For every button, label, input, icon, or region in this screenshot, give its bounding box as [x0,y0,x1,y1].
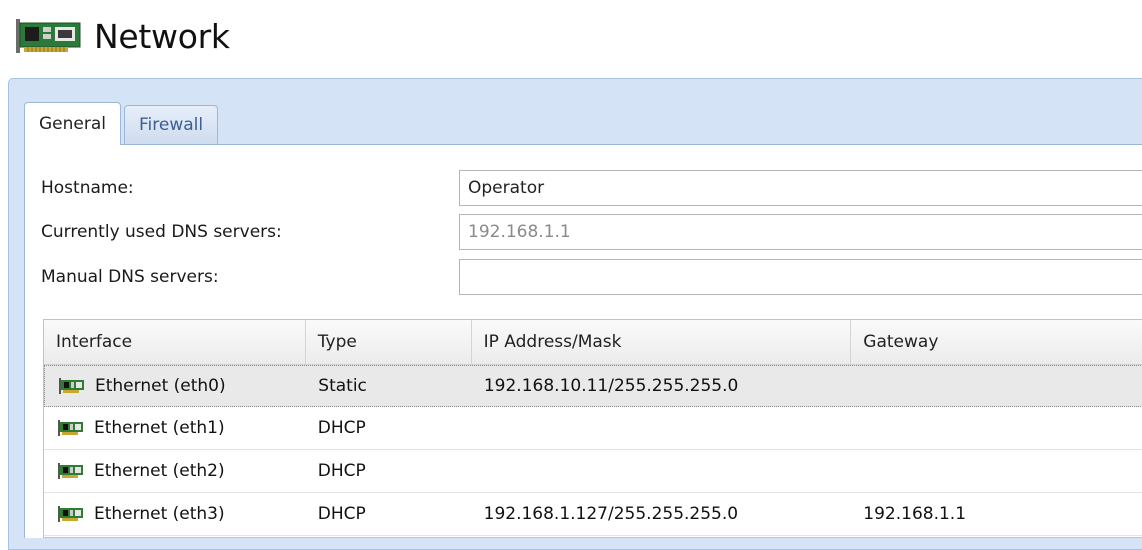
interface-name: Ethernet (eth2) [94,461,225,481]
current-dns-label: Currently used DNS servers: [41,222,282,242]
column-header-type[interactable]: Type [306,320,472,364]
type-cell: DHCP [317,461,366,481]
manual-dns-input[interactable] [459,259,1142,295]
interface-cell: Ethernet (eth1) [44,407,306,449]
table-header: Interface Type IP Address/Mask Gateway [44,320,1142,365]
manual-dns-row: Manual DNS servers: [41,259,1142,297]
table-row[interactable]: Ethernet (eth1) DHCP [44,407,1142,450]
interface-cell: Ethernet (eth0) [45,366,306,406]
type-cell: DHCP [317,504,366,524]
hostname-row: Hostname: [41,170,1142,208]
tab-bar: General Firewall [24,102,221,145]
ip-cell [472,407,852,449]
ethernet-icon [58,463,83,479]
tab-general[interactable]: General [24,102,121,145]
gateway-cell [851,366,1142,406]
gateway-cell [851,407,1142,449]
column-header-interface[interactable]: Interface [44,320,306,364]
current-dns-row: Currently used DNS servers: [41,214,1142,252]
ip-cell: 192.168.10.11/255.255.255.0 [483,376,739,396]
ethernet-icon [58,506,83,522]
tab-firewall[interactable]: Firewall [124,105,219,144]
hostname-input[interactable] [459,170,1142,206]
interface-cell: Ethernet (eth2) [44,450,306,492]
interface-name: Ethernet (eth3) [94,504,225,524]
gateway-cell [851,450,1142,492]
column-header-ip[interactable]: IP Address/Mask [472,320,852,364]
hostname-label: Hostname: [41,178,134,198]
ip-cell [472,450,852,492]
table-row[interactable]: Ethernet (eth3) DHCP 192.168.1.127/255.2… [44,493,1142,536]
page-header: Network [16,8,230,64]
column-header-gateway[interactable]: Gateway [851,320,1142,364]
gateway-cell: 192.168.1.1 [863,504,967,524]
current-dns-field [459,214,1142,250]
ethernet-icon [59,378,84,394]
interface-cell: Ethernet (eth3) [44,493,306,535]
interface-name: Ethernet (eth0) [95,376,226,396]
manual-dns-label: Manual DNS servers: [41,267,219,287]
table-row[interactable]: Ethernet (eth2) DHCP [44,450,1142,493]
page-title: Network [94,16,230,56]
table-row[interactable]: Ethernet (eth0) Static 192.168.10.11/255… [44,365,1142,407]
ip-cell: 192.168.1.127/255.255.255.0 [483,504,739,524]
interface-name: Ethernet (eth1) [94,418,225,438]
network-card-icon [16,19,81,53]
type-cell: DHCP [317,418,366,438]
general-tab-content: Hostname: Currently used DNS servers: Ma… [24,144,1142,538]
interfaces-table: Interface Type IP Address/Mask Gateway E… [43,319,1142,538]
ethernet-icon [58,420,83,436]
type-cell: Static [318,376,367,396]
